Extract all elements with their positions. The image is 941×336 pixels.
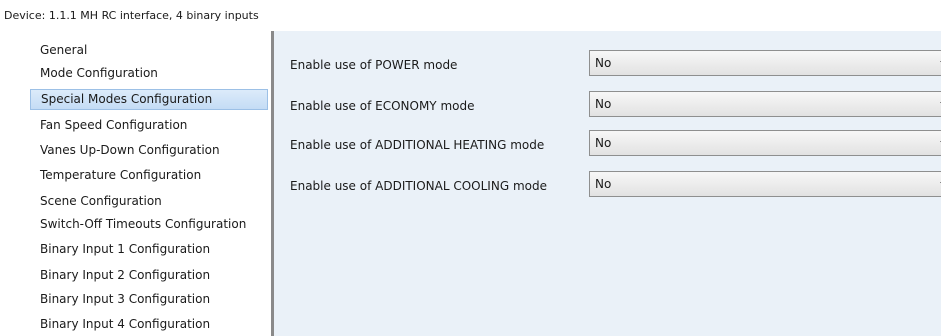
sidebar-item-vanes-up-down-configuration[interactable]: Vanes Up-Down Configuration [30, 140, 268, 161]
sidebar-item-general[interactable]: General [30, 40, 268, 61]
sidebar-nav: General Mode Configuration Special Modes… [0, 31, 271, 336]
additional-heating-mode-select[interactable]: No [589, 130, 941, 156]
sidebar-item-binary-input-3-configuration[interactable]: Binary Input 3 Configuration [30, 289, 268, 310]
sidebar-item-scene-configuration[interactable]: Scene Configuration [30, 191, 268, 212]
sidebar-item-mode-configuration[interactable]: Mode Configuration [30, 63, 268, 84]
additional-heating-mode-value: No [595, 136, 612, 150]
power-mode-value: No [595, 56, 612, 70]
economy-mode-select[interactable]: No [589, 91, 941, 117]
sidebar-item-switch-off-timeouts-configuration[interactable]: Switch-Off Timeouts Configuration [30, 214, 268, 235]
sidebar-item-binary-input-1-configuration[interactable]: Binary Input 1 Configuration [30, 239, 268, 260]
power-mode-label: Enable use of POWER mode [290, 58, 458, 72]
sidebar-item-special-modes-configuration[interactable]: Special Modes Configuration [30, 89, 268, 110]
sidebar-item-fan-speed-configuration[interactable]: Fan Speed Configuration [30, 115, 268, 136]
additional-cooling-mode-select[interactable]: No [589, 171, 941, 197]
settings-panel: Enable use of POWER mode No Enable use o… [274, 31, 941, 336]
window-title-bar: Device: 1.1.1 MH RC interface, 4 binary … [0, 0, 941, 31]
window-title: Device: 1.1.1 MH RC interface, 4 binary … [4, 9, 259, 22]
sidebar-item-temperature-configuration[interactable]: Temperature Configuration [30, 165, 268, 186]
additional-cooling-mode-value: No [595, 177, 612, 191]
economy-mode-value: No [595, 97, 612, 111]
additional-heating-mode-label: Enable use of ADDITIONAL HEATING mode [290, 138, 545, 152]
sidebar-item-binary-input-4-configuration[interactable]: Binary Input 4 Configuration [30, 314, 268, 335]
sidebar-item-binary-input-2-configuration[interactable]: Binary Input 2 Configuration [30, 265, 268, 286]
power-mode-select[interactable]: No [589, 50, 941, 76]
additional-cooling-mode-label: Enable use of ADDITIONAL COOLING mode [290, 179, 547, 193]
economy-mode-label: Enable use of ECONOMY mode [290, 99, 475, 113]
